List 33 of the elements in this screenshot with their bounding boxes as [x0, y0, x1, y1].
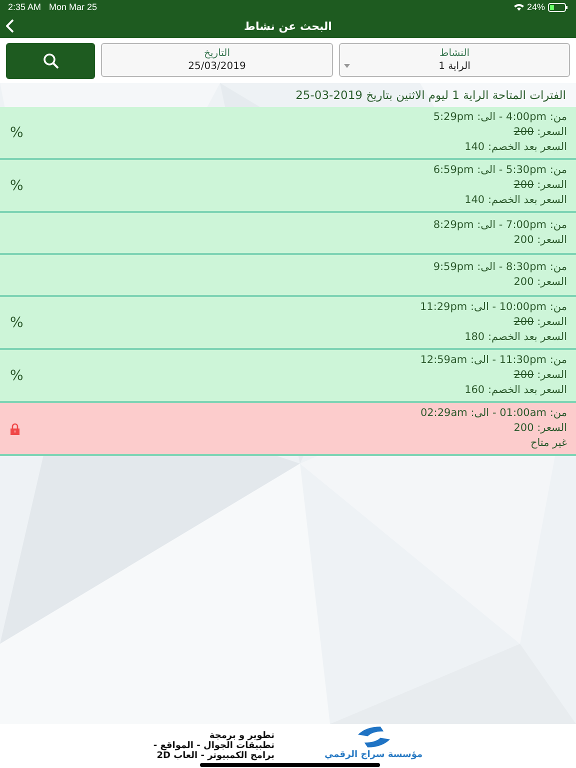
discount-price: السعر بعد الخصم: 140 [464, 141, 567, 154]
time-range: من: 4:00pm - الى: 5:29pm [433, 111, 567, 124]
time-range: من: 8:30pm - الى: 9:59pm [433, 261, 567, 274]
back-button[interactable] [4, 17, 16, 35]
time-range: من: 11:30pm - الى: 12:59am [420, 354, 567, 367]
discount-price: السعر بعد الخصم: 140 [464, 194, 567, 207]
time-range: من: 5:30pm - الى: 6:59pm [433, 164, 567, 177]
discount-price: السعر بعد الخصم: 160 [464, 384, 567, 397]
wifi-icon [514, 3, 524, 11]
time-range: من: 01:00am - الى: 02:29am [420, 407, 567, 420]
battery-icon [548, 2, 568, 12]
status-time: 2:35 AM [8, 2, 42, 12]
status-text: غير متاح [530, 437, 567, 450]
company-name: مؤسسة سراج الرقمي [324, 750, 423, 760]
search-icon [42, 53, 58, 69]
discount-label: % [10, 314, 24, 330]
discount-label: % [10, 178, 24, 194]
battery-percent: 24% [526, 2, 545, 12]
activity-dropdown[interactable]: النشاط الراية 1 [339, 43, 570, 77]
tagline-text: تطوير و برمجة [209, 731, 275, 741]
search-button[interactable] [6, 43, 95, 79]
list-heading: الفترات المتاحة الراية 1 ليوم الاثنين بتاريخ 2019-03-25 [296, 88, 566, 103]
window-title: البحث عن نشاط [244, 20, 332, 32]
lock-icon [10, 422, 20, 434]
discount-label: % [10, 368, 24, 384]
tagline-text: برامج الكمبيوتر - العاب 2D [156, 751, 275, 761]
discount-label: % [10, 124, 24, 140]
time-range: من: 10:00pm - الى: 11:29pm [420, 301, 567, 314]
discount-price: السعر بعد الخصم: 180 [464, 331, 567, 344]
status-date: Mon Mar 25 [49, 2, 98, 12]
caret-icon [344, 64, 350, 68]
time-range: من: 7:00pm - الى: 8:29pm [433, 219, 567, 232]
tagline-text: تطبيقات الجوال - المواقع - [153, 741, 275, 751]
